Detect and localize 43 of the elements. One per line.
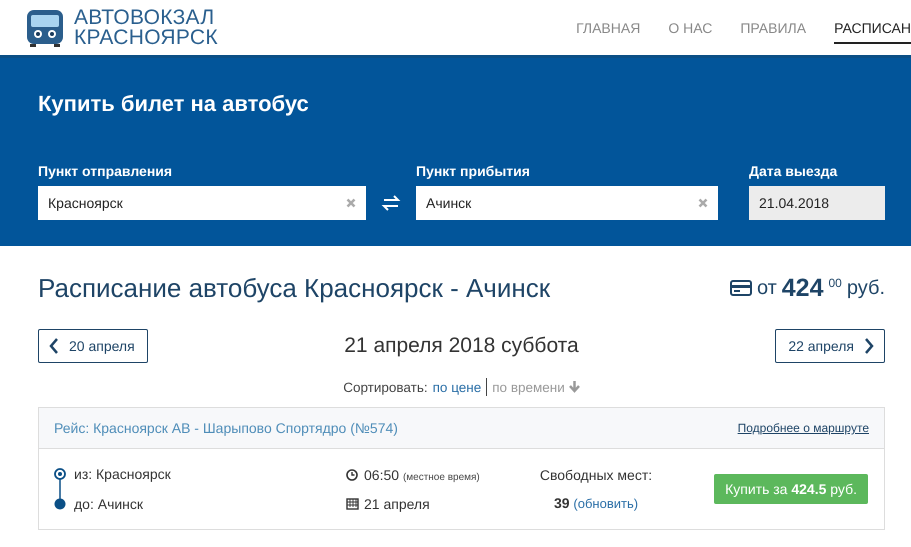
previous-day-button[interactable]: 20 апреля <box>38 329 148 363</box>
chevron-left-icon <box>49 337 59 355</box>
departure-time: 06:50 <box>364 466 400 482</box>
chevron-right-icon <box>864 337 874 355</box>
nav-link[interactable]: О НАС <box>668 12 712 44</box>
logo-text: АВТОВОКЗАЛ <box>74 8 216 28</box>
departure-stop: из: Красноярск <box>74 466 172 482</box>
bus-logo-icon <box>24 8 66 48</box>
schedule-title: Расписание автобуса Красноярск - Ачинск <box>38 272 550 304</box>
trip-date: 21 апреля <box>364 496 431 512</box>
card-icon <box>730 280 752 296</box>
calendar-icon <box>346 497 359 510</box>
time-note: (местное время) <box>402 472 480 482</box>
next-day-button[interactable]: 22 апреля <box>775 329 885 363</box>
arrival-field[interactable]: Ачинск <box>416 186 718 220</box>
field-label: Дата выезда <box>749 163 838 179</box>
sort-label: Сортировать: <box>343 380 428 394</box>
nav-link[interactable]: ГЛАВНАЯ <box>576 12 640 44</box>
price-currency: руб. <box>846 276 885 300</box>
nav-link[interactable]: РАСПИСАН <box>834 12 911 44</box>
arrow-down-icon <box>568 381 580 393</box>
logo-text: КРАСНОЯРСК <box>74 28 218 48</box>
arrival-stop: до: Ачинск <box>74 496 144 512</box>
seats-count: 39 <box>554 495 570 511</box>
route-name: Рейс: Красноярск АВ - Шарыпово Спортядро (№574) <box>54 420 398 436</box>
route-details-link[interactable]: Подробнее о маршруте <box>738 421 869 435</box>
clear-icon[interactable] <box>346 198 356 208</box>
current-date: 21 апреля 2018 суббота <box>344 334 579 358</box>
clear-icon[interactable] <box>698 198 708 208</box>
price-amount: 424 <box>782 274 824 302</box>
sort-link[interactable]: по цене <box>432 380 482 394</box>
page-title: Купить билет на автобус <box>38 91 310 117</box>
price-prefix: от <box>756 276 777 300</box>
date-field[interactable]: 21.04.2018 <box>749 186 885 220</box>
price-cents: 00 <box>828 276 842 290</box>
refresh-link[interactable]: (обновить) <box>573 496 638 511</box>
nav-link[interactable]: ПРАВИЛА <box>740 12 806 44</box>
field-label: Пункт отправления <box>38 163 174 179</box>
route-line-icon <box>54 468 66 510</box>
departure-field[interactable]: Красноярск <box>38 186 366 220</box>
seats-label: Свободных мест: <box>540 467 652 483</box>
clock-icon <box>346 468 358 480</box>
field-label: Пункт прибытия <box>416 163 531 179</box>
